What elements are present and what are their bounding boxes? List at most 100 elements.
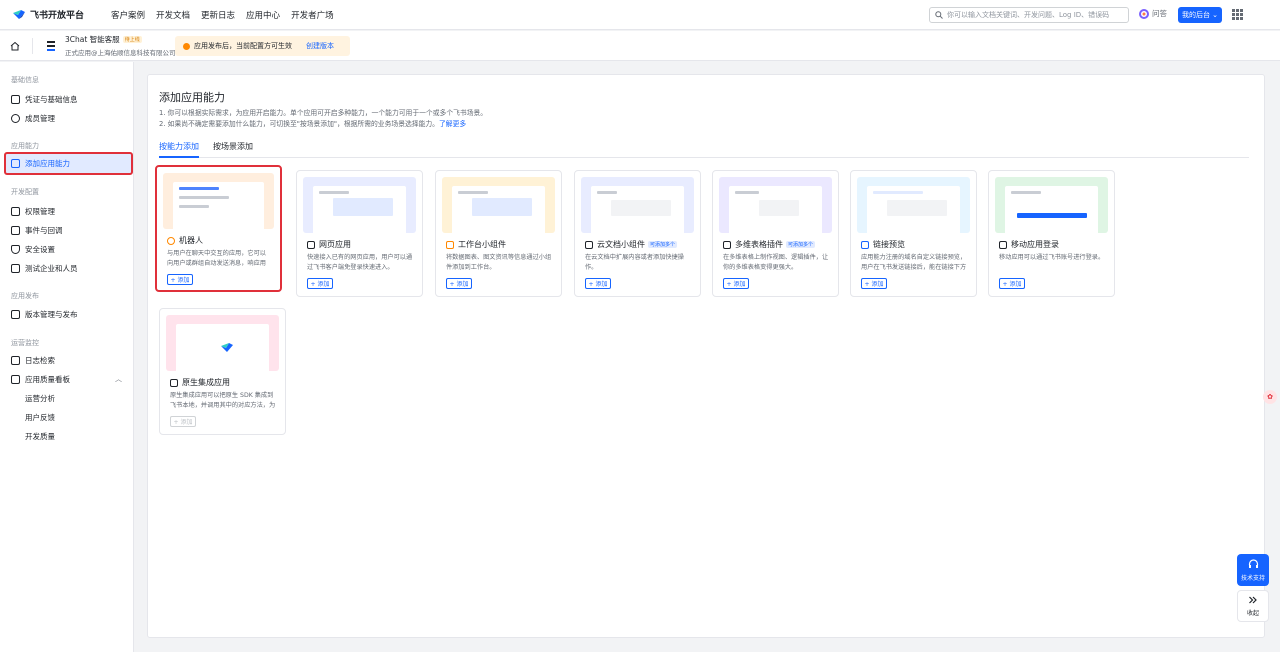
- capability-card-link-preview[interactable]: 链接预览 应用能力注册的域名自定义链接预览，用户在飞书发送链接后，能在链接下方展…: [850, 170, 977, 297]
- search-icon: [935, 11, 943, 19]
- capability-card-bitable-plugin[interactable]: 多维表格插件 可添加多个 在多维表格上制作视图、逻辑插件，让你的多维表格变得更强…: [712, 170, 839, 297]
- events-icon: [11, 225, 20, 235]
- card-description: 在多维表格上制作视图、逻辑插件，让你的多维表格变得更强大。: [723, 254, 829, 271]
- logo-text: 飞书开放平台: [30, 11, 85, 21]
- app-owner: 正式应用@上海佑顺信息科技有限公司: [65, 49, 176, 57]
- main-panel: 添加应用能力 1. 你可以根据实际需求，为应用开启能力。单个应用可开启多种能力，…: [147, 74, 1265, 638]
- feedback-side-icon[interactable]: ✿: [1263, 390, 1277, 404]
- search-input[interactable]: 你可以输入文档关键词、开发问题、Log ID、错误码: [929, 7, 1129, 23]
- add-mobile-login-button[interactable]: + 添加: [999, 278, 1025, 289]
- app-info[interactable]: 3Chat 智能客服 待上线 正式应用@上海佑顺信息科技有限公司: [65, 34, 176, 57]
- sidebar-item-versions[interactable]: 版本管理与发布: [0, 305, 134, 323]
- sidebar-item-permissions[interactable]: 权限管理: [0, 202, 134, 220]
- my-backend-button[interactable]: 我的后台 ⌄: [1178, 7, 1222, 23]
- description-text: 2. 如果尚不确定需要添加什么能力，可切换至"按场景添加"，根据所需的业务场景选…: [159, 120, 439, 128]
- card-title: 工作台小组件: [458, 240, 506, 249]
- capability-card-web-app[interactable]: 网页应用 快速接入已有的网页应用，用户可以通过飞书客户端免登录快速进入。 + 添…: [296, 170, 423, 297]
- sidebar-item-ops-analysis[interactable]: 运营分析: [0, 389, 134, 407]
- ask-button[interactable]: 问答: [1139, 8, 1167, 19]
- feishu-logo-icon: [221, 343, 233, 352]
- credentials-icon: [11, 94, 20, 104]
- app-header-bar: 3Chat 智能客服 待上线 正式应用@上海佑顺信息科技有限公司 应用发布后，当…: [0, 31, 1280, 61]
- shield-icon: [11, 244, 20, 254]
- card-thumbnail: [166, 315, 279, 371]
- tab-by-capability[interactable]: 按能力添加: [159, 141, 199, 152]
- nav-app-center[interactable]: 应用中心: [246, 9, 280, 21]
- sidebar-item-quality-board[interactable]: 应用质量看板 ︿: [0, 370, 134, 388]
- tech-support-button[interactable]: 技术支持: [1237, 554, 1269, 586]
- home-icon[interactable]: [10, 41, 20, 51]
- description-line-1: 1. 你可以根据实际需求，为应用开启能力。单个应用可开启多种能力，一个能力可用于…: [159, 109, 488, 117]
- card-description: 应用能力注册的域名自定义链接预览，用户在飞书发送链接后，能在链接下方展示...: [861, 254, 967, 271]
- headset-icon: [1248, 558, 1258, 568]
- sidebar-item-label: 应用质量看板: [25, 374, 70, 384]
- nav-developer-square[interactable]: 开发者广场: [291, 9, 334, 21]
- add-doc-widget-button[interactable]: + 添加: [585, 278, 611, 289]
- sidebar-item-security[interactable]: 安全设置: [0, 240, 134, 258]
- card-title: 原生集成应用: [182, 378, 230, 387]
- sidebar-item-label: 测试企业和人员: [25, 263, 78, 273]
- mobile-icon: [999, 240, 1007, 249]
- sidebar-item-members[interactable]: 成员管理: [0, 109, 134, 127]
- apps-grid-icon[interactable]: [1232, 9, 1243, 20]
- capability-card-doc-widget[interactable]: 云文档小组件 可添加多个 在云文档中扩展内容或者添加快捷操作。 + 添加: [574, 170, 701, 297]
- sidebar-item-credentials[interactable]: 凭证与基础信息: [0, 90, 134, 108]
- sidebar-item-user-feedback[interactable]: 用户反馈: [0, 408, 134, 426]
- card-description: 在云文档中扩展内容或者添加快捷操作。: [585, 254, 684, 271]
- card-title: 机器人: [179, 236, 203, 245]
- chevron-up-icon: ︿: [115, 375, 122, 383]
- sidebar-item-label: 版本管理与发布: [25, 309, 78, 319]
- app-avatar-icon: [45, 38, 57, 53]
- nav-dev-docs[interactable]: 开发文档: [156, 9, 190, 21]
- capability-card-workplace-widget[interactable]: 工作台小组件 将数据图表、图文资讯等信息通过小组件添加到工作台。 + 添加: [435, 170, 562, 297]
- version-icon: [11, 309, 20, 319]
- sidebar-item-add-capability[interactable]: 添加应用能力: [4, 152, 133, 175]
- active-tab-indicator: [159, 156, 199, 158]
- capability-grid-icon: [11, 159, 20, 168]
- sidebar-item-label: 日志检索: [25, 355, 55, 365]
- card-description: 快速接入已有的网页应用，用户可以通过飞书客户端免登录快速进入。: [307, 254, 413, 271]
- collapse-button[interactable]: 收起: [1237, 590, 1269, 622]
- robot-icon: [167, 236, 175, 245]
- sidebar-group-dev-config: 开发配置: [11, 188, 39, 196]
- capability-card-mobile-login[interactable]: 移动应用登录 移动应用可以通过飞书账号进行登录。 + 添加: [988, 170, 1115, 297]
- add-web-app-button[interactable]: + 添加: [307, 278, 333, 289]
- create-version-link[interactable]: 创建版本: [306, 41, 334, 51]
- nav-customer-cases[interactable]: 客户案例: [111, 9, 145, 21]
- capability-card-native-app[interactable]: 原生集成应用 原生集成应用可以把原生 SDK 集成到飞书本地，并调用其中的对应方…: [159, 308, 286, 435]
- log-icon: [11, 355, 20, 365]
- add-robot-button[interactable]: + 添加: [167, 274, 193, 285]
- sidebar-item-label: 事件与回调: [25, 225, 63, 235]
- learn-more-link[interactable]: 了解更多: [439, 120, 466, 128]
- add-bitable-plugin-button[interactable]: + 添加: [723, 278, 749, 289]
- page-title: 添加应用能力: [159, 91, 225, 104]
- doc-widget-icon: [585, 240, 593, 249]
- card-description: 将数据图表、图文资讯等信息通过小组件添加到工作台。: [446, 254, 552, 271]
- native-app-icon: [170, 378, 178, 387]
- tab-by-scenario[interactable]: 按场景添加: [213, 141, 253, 152]
- sidebar-item-dev-quality[interactable]: 开发质量: [0, 427, 134, 445]
- ai-assistant-icon: [1139, 8, 1149, 19]
- card-title: 云文档小组件: [597, 240, 645, 249]
- ask-label: 问答: [1152, 9, 1167, 18]
- web-app-icon: [307, 240, 315, 249]
- card-thumbnail: [995, 177, 1108, 233]
- bitable-icon: [723, 240, 731, 249]
- sidebar-group-capabilities: 应用能力: [11, 142, 39, 150]
- sidebar: 基础信息 凭证与基础信息 成员管理 应用能力 添加应用能力 开发配置 权限管理 …: [0, 62, 134, 652]
- card-thumbnail: [857, 177, 970, 233]
- add-link-preview-button[interactable]: + 添加: [861, 278, 887, 289]
- sidebar-item-events[interactable]: 事件与回调: [0, 221, 134, 239]
- sidebar-group-release: 应用发布: [11, 292, 39, 300]
- sidebar-item-log-search[interactable]: 日志检索: [0, 351, 134, 369]
- sidebar-item-test-tenant[interactable]: 测试企业和人员: [0, 259, 134, 277]
- add-widget-button[interactable]: + 添加: [446, 278, 472, 289]
- card-title: 网页应用: [319, 240, 351, 249]
- nav-changelog[interactable]: 更新日志: [201, 9, 235, 21]
- card-thumbnail: [163, 173, 274, 229]
- add-native-app-button[interactable]: + 添加: [170, 416, 196, 427]
- sidebar-item-label: 成员管理: [25, 113, 55, 123]
- capability-card-robot[interactable]: 机器人 与用户在聊天中交互的应用，它可以向用户或群组自动发送消息，响应用户的消.…: [155, 165, 282, 292]
- feishu-open-platform-logo[interactable]: 飞书开放平台: [12, 8, 100, 21]
- sidebar-group-basic: 基础信息: [11, 76, 39, 84]
